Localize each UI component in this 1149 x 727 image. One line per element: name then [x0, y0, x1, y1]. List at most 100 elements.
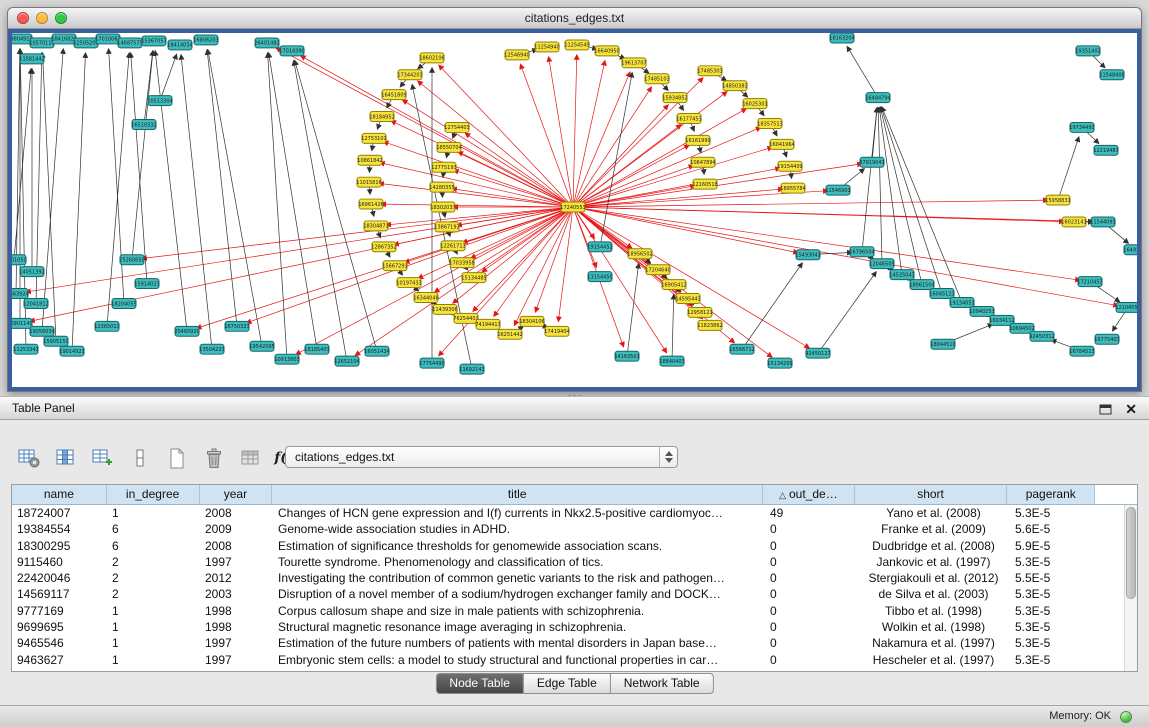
network-node[interactable]: 16796504 [849, 247, 874, 257]
network-node[interactable]: 74194413 [475, 319, 500, 329]
network-node[interactable]: 12046505 [869, 259, 894, 269]
network-node[interactable]: 19134051 [949, 298, 974, 308]
network-node[interactable]: 18357513 [757, 119, 782, 129]
network-node[interactable]: 15934852 [662, 93, 687, 103]
network-node[interactable]: 11254940 [534, 42, 559, 52]
network-node[interactable]: 18185403 [304, 344, 329, 354]
network-node[interactable]: 16784513 [1069, 346, 1094, 356]
network-node[interactable]: 15493041 [795, 250, 820, 260]
column-header-in-degree[interactable]: in_degree [107, 485, 200, 504]
network-node[interactable]: 16510332 [131, 120, 156, 130]
network-node[interactable]: 12261713 [440, 241, 465, 251]
table-selector-dropdown[interactable]: citations_edges.txt [285, 446, 678, 468]
new-row-button[interactable] [164, 445, 190, 471]
network-node[interactable]: 16806203 [193, 35, 218, 45]
network-node[interactable]: 19734493 [1069, 122, 1094, 132]
network-canvas[interactable]: 1724055318602106173442031645180918184952… [12, 33, 1137, 387]
network-node[interactable]: 17485303 [697, 66, 722, 76]
network-node[interactable]: 16041964 [769, 139, 794, 149]
scrollbar-thumb[interactable] [1126, 507, 1136, 599]
network-node[interactable]: 18414034 [167, 40, 192, 50]
table-row[interactable]: 1938455462009Genome-wide association stu… [12, 521, 1137, 537]
network-node[interactable]: 17204640 [645, 265, 670, 275]
network-node[interactable]: 18304871 [363, 221, 388, 231]
network-node[interactable]: 11015816 [356, 177, 381, 187]
column-header-short[interactable]: short [855, 485, 1008, 504]
network-node[interactable]: 19154452 [587, 242, 612, 252]
column-header-title[interactable]: title [272, 485, 763, 504]
network-node[interactable]: 92450312 [1029, 331, 1054, 341]
network-node[interactable]: 11439306 [432, 304, 457, 314]
network-node[interactable]: 10197433 [396, 278, 421, 288]
network-node[interactable]: 18302037 [430, 202, 455, 212]
network-node[interactable]: 17210453 [1077, 277, 1102, 287]
network-node[interactable]: 18602106 [419, 53, 444, 63]
table-row[interactable]: 1830029562008Estimation of significance … [12, 538, 1137, 554]
column-header-pagerank[interactable]: pagerank [1007, 485, 1095, 504]
network-node[interactable]: 14595443 [675, 294, 700, 304]
network-node[interactable]: 17419404 [544, 326, 569, 336]
table-row[interactable]: 977716911998Corpus callosum shape and si… [12, 603, 1137, 619]
network-node[interactable]: 16045123 [929, 289, 954, 299]
network-node[interactable]: 92450127 [805, 348, 830, 358]
network-node[interactable]: 13504223 [199, 344, 224, 354]
table-row[interactable]: 911546021997Tourette syndrome. Phenomeno… [12, 554, 1137, 570]
network-node[interactable]: 16023141 [1061, 217, 1086, 227]
network-node[interactable]: 14163501 [614, 351, 639, 361]
network-node[interactable]: 19542095 [249, 341, 274, 351]
network-node[interactable]: 12652104 [334, 356, 359, 366]
table-row[interactable]: 1872400712008Changes of HCN gene express… [12, 505, 1137, 521]
network-node[interactable]: 18301050 [12, 255, 27, 265]
network-node[interactable]: 12753101 [361, 133, 386, 143]
network-node[interactable]: 11544091 [1090, 217, 1115, 227]
network-node[interactable]: 12867352 [371, 242, 396, 252]
network-node[interactable]: 11546901 [825, 185, 850, 195]
network-node[interactable]: 14525043 [889, 270, 914, 280]
new-column-button[interactable] [90, 445, 116, 471]
network-node[interactable]: 12160518 [692, 179, 717, 189]
table-row[interactable]: 2242004622012Investigating the contribut… [12, 570, 1137, 586]
network-node[interactable]: 18955784 [780, 183, 805, 193]
network-node[interactable]: 16051434 [364, 346, 389, 356]
network-node[interactable]: 18044510 [930, 339, 955, 349]
network-node[interactable]: 12365013 [94, 321, 119, 331]
network-node[interactable]: 17014390 [279, 46, 304, 56]
network-node[interactable]: 12754403 [444, 122, 469, 132]
network-node[interactable]: 67919041 [859, 157, 884, 167]
column-header-year[interactable]: year [200, 485, 273, 504]
network-node[interactable]: 15667291 [382, 261, 407, 271]
column-header-name[interactable]: name [12, 485, 107, 504]
show-columns-button[interactable] [53, 445, 79, 471]
network-node[interactable]: 15914023 [134, 279, 159, 289]
network-node[interactable]: 16640950 [594, 46, 619, 56]
network-node[interactable]: 17485103 [644, 74, 669, 84]
network-node[interactable]: 16161999 [685, 135, 710, 145]
network-node[interactable]: 16025301 [742, 99, 767, 109]
network-node[interactable]: 17344203 [397, 70, 422, 80]
network-node[interactable]: 11253341 [13, 344, 38, 354]
network-node[interactable]: 14850383 [722, 81, 747, 91]
network-node[interactable]: 25260650 [119, 255, 144, 265]
network-node[interactable]: 14280355 [429, 182, 454, 192]
network-node[interactable]: 12219487 [1093, 145, 1118, 155]
network-node[interactable]: 18304106 [519, 316, 544, 326]
network-node[interactable]: 10647894 [690, 157, 715, 167]
column-resize-button[interactable] [127, 445, 153, 471]
network-node[interactable]: 16451809 [381, 90, 406, 100]
table-row[interactable]: 969969511998Structural magnetic resonanc… [12, 619, 1137, 635]
network-node[interactable]: 16566712 [729, 344, 754, 354]
network-node[interactable]: 16484794 [865, 93, 890, 103]
network-node[interactable]: 10861842 [357, 155, 382, 165]
network-node[interactable]: 20513304 [147, 96, 172, 106]
network-node[interactable]: 19056034 [29, 326, 54, 336]
network-node[interactable]: 16901140 [12, 318, 33, 328]
network-node[interactable]: 12775193 [431, 162, 456, 172]
network-node[interactable]: 11823862 [697, 320, 722, 330]
tab-edge-table[interactable]: Edge Table [524, 673, 611, 694]
tab-node-table[interactable]: Node Table [435, 673, 524, 694]
table-row[interactable]: 946362711997Embryonic stem cells: a mode… [12, 652, 1137, 668]
close-panel-icon[interactable]: ✕ [1125, 402, 1137, 416]
delete-rows-button[interactable] [201, 445, 227, 471]
network-node[interactable]: 18184952 [369, 112, 394, 122]
network-node[interactable]: 16491504 [1123, 245, 1137, 255]
